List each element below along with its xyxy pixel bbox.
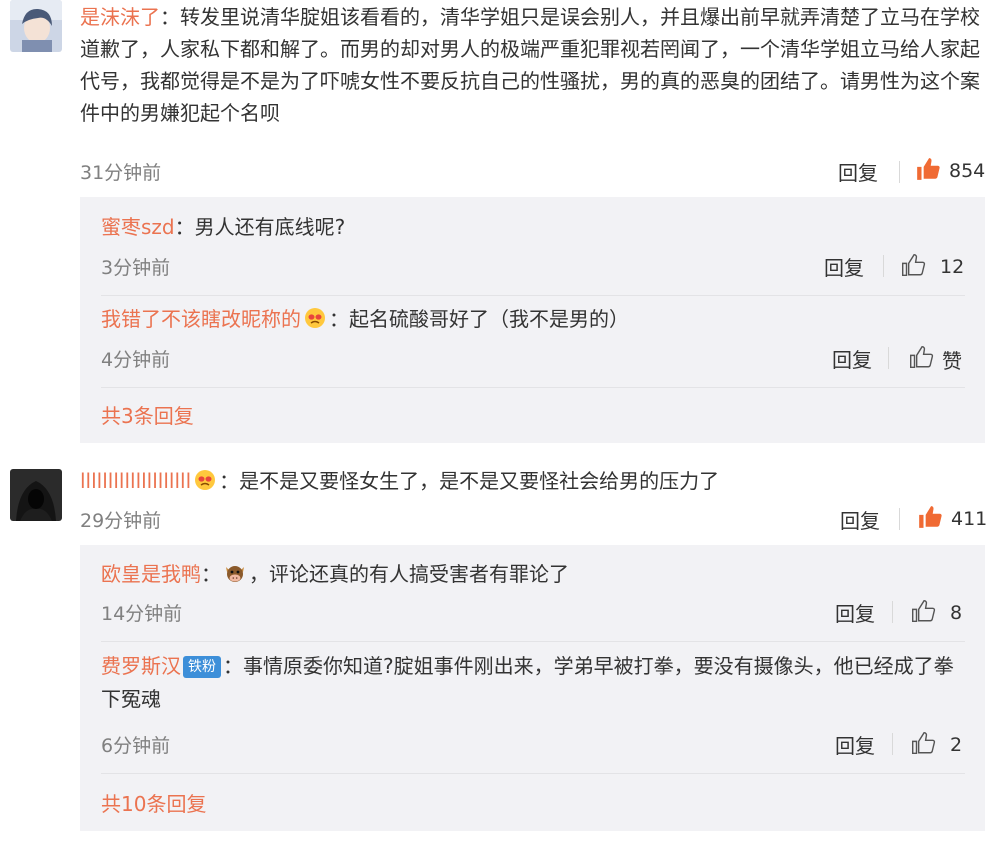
comment-item: llllllllllllllllllll ：是不是又要怪女生了，是不是又要怪社会给… bbox=[0, 445, 1000, 849]
reply-divider bbox=[101, 773, 965, 774]
reply-button[interactable]: 回复 bbox=[824, 252, 864, 281]
reply-button[interactable]: 回复 bbox=[838, 157, 878, 186]
crying-face-emoji-icon bbox=[303, 306, 327, 330]
fan-badge: 铁粉 bbox=[183, 656, 221, 678]
cow-emoji-icon bbox=[223, 561, 247, 585]
divider bbox=[899, 161, 900, 183]
reply-text: ，评论还真的有人搞受害者有罪论了 bbox=[249, 562, 569, 586]
reply-username[interactable]: 我错了不该瞎改昵称的 bbox=[101, 307, 301, 331]
reply-button[interactable]: 回复 bbox=[832, 344, 872, 373]
reply-divider bbox=[101, 387, 965, 388]
replies-panel: 蜜枣szd：男人还有底线呢? 3分钟前 回复 12 我错了不该瞎改昵称的 ：起名硫… bbox=[80, 197, 985, 443]
comment-username[interactable]: 是沫沫了 bbox=[80, 5, 160, 29]
like-button[interactable]: 2 bbox=[910, 730, 962, 760]
like-button[interactable]: 411 bbox=[917, 504, 987, 534]
replies-panel: 欧皇是我鸭： ，评论还真的有人搞受害者有罪论了 14分钟前 回复 8 费罗斯汉 铁粉… bbox=[80, 545, 985, 831]
divider bbox=[888, 347, 889, 369]
reply-username[interactable]: 蜜枣szd bbox=[101, 215, 175, 239]
reply-button[interactable]: 回复 bbox=[835, 730, 875, 759]
reply-time: 14分钟前 bbox=[101, 603, 183, 625]
reply-body: 蜜枣szd：男人还有底线呢? bbox=[101, 211, 965, 244]
like-count: 8 bbox=[950, 602, 963, 624]
like-count: 854 bbox=[949, 160, 986, 182]
like-button[interactable]: 8 bbox=[910, 598, 962, 628]
like-button[interactable]: 12 bbox=[900, 252, 964, 282]
reply-time: 3分钟前 bbox=[101, 257, 171, 279]
separator: ： bbox=[174, 215, 195, 239]
divider bbox=[892, 601, 893, 623]
reply-body: 我错了不该瞎改昵称的 ：起名硫酸哥好了（我不是男的） bbox=[101, 303, 965, 336]
comment-time: 31分钟前 bbox=[80, 162, 162, 184]
avatar[interactable] bbox=[10, 0, 62, 52]
reply-body: 费罗斯汉 铁粉 ：事情原委你知道?腚姐事件刚出来，学弟早被打拳，要没有摄像头，他已经… bbox=[101, 650, 965, 716]
separator: ： bbox=[223, 654, 243, 678]
thumbs-up-outline-icon bbox=[910, 730, 936, 760]
reply-time: 4分钟前 bbox=[101, 349, 171, 371]
comment-body: 是沫沫了：转发里说清华腚姐该看看的，清华学姐只是误会别人，并且爆出前早就弄清楚了… bbox=[80, 1, 988, 129]
comment-time: 29分钟前 bbox=[80, 510, 162, 532]
reply-divider bbox=[101, 641, 965, 642]
reply-button[interactable]: 回复 bbox=[835, 598, 875, 627]
divider bbox=[892, 733, 893, 755]
thumbs-up-filled-icon bbox=[915, 156, 941, 186]
like-button[interactable]: 854 bbox=[915, 156, 985, 186]
comment-body: llllllllllllllllllll ：是不是又要怪女生了，是不是又要怪社会给… bbox=[80, 465, 988, 497]
reply-button[interactable]: 回复 bbox=[840, 505, 880, 534]
thumbs-up-outline-icon bbox=[910, 598, 936, 628]
reply-body: 欧皇是我鸭： ，评论还真的有人搞受害者有罪论了 bbox=[101, 558, 965, 591]
reply-text: 起名硫酸哥好了（我不是男的） bbox=[349, 307, 629, 331]
comment-text: 转发里说清华腚姐该看看的，清华学姐只是误会别人，并且爆出前早就弄清楚了立马在学校… bbox=[80, 5, 980, 125]
reply-text: 男人还有底线呢? bbox=[194, 215, 346, 239]
comment-username[interactable]: llllllllllllllllllll bbox=[80, 469, 191, 493]
thumbs-up-outline-icon bbox=[900, 252, 926, 282]
separator: ： bbox=[219, 469, 240, 493]
reply-username[interactable]: 费罗斯汉 bbox=[101, 654, 181, 678]
comment-item: 是沫沫了：转发里说清华腚姐该看看的，清华学姐只是误会别人，并且爆出前早就弄清楚了… bbox=[0, 0, 1000, 445]
reply-username[interactable]: 欧皇是我鸭 bbox=[101, 562, 201, 586]
thumbs-up-outline-icon bbox=[908, 344, 934, 374]
divider bbox=[883, 255, 884, 277]
reply-time: 6分钟前 bbox=[101, 735, 171, 757]
thumbs-up-filled-icon bbox=[917, 504, 943, 534]
like-count: 2 bbox=[950, 734, 963, 756]
comment-text: 是不是又要怪女生了，是不是又要怪社会给男的压力了 bbox=[239, 469, 720, 493]
reply-divider bbox=[101, 295, 965, 296]
separator: ： bbox=[329, 307, 349, 331]
separator: ： bbox=[160, 5, 180, 29]
separator: ： bbox=[201, 562, 221, 586]
divider bbox=[899, 508, 900, 530]
crying-face-emoji-icon bbox=[193, 468, 217, 492]
like-count: 411 bbox=[951, 508, 988, 530]
more-replies-link[interactable]: 共10条回复 bbox=[101, 788, 206, 817]
like-count: 12 bbox=[940, 256, 965, 278]
like-label: 赞 bbox=[942, 348, 962, 373]
more-replies-link[interactable]: 共3条回复 bbox=[101, 400, 194, 429]
like-button[interactable]: 赞 bbox=[908, 344, 962, 374]
avatar[interactable] bbox=[10, 469, 62, 521]
